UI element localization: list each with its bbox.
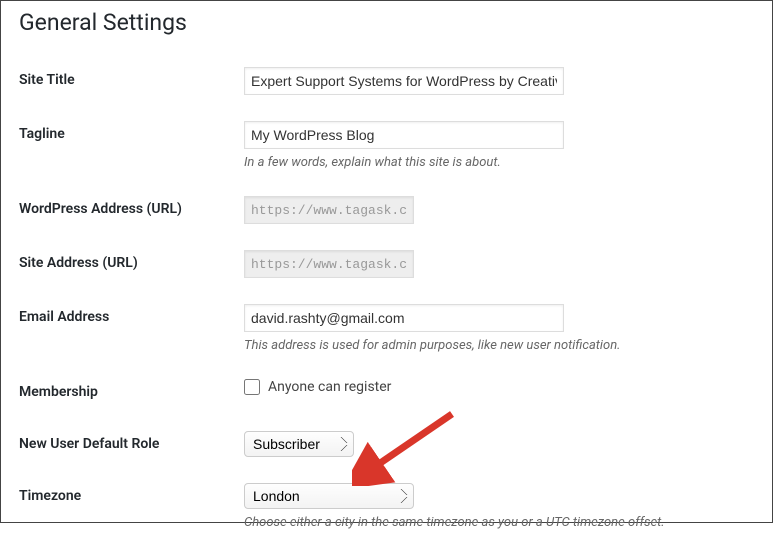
wp-address-input <box>244 196 414 224</box>
settings-form: Site Title Tagline In a few words, expla… <box>19 54 754 543</box>
tagline-label: Tagline <box>19 108 234 183</box>
timezone-label: Timezone <box>19 470 234 543</box>
timezone-select[interactable]: London <box>244 483 414 509</box>
site-address-label: Site Address (URL) <box>19 237 234 291</box>
email-description: This address is used for admin purposes,… <box>244 338 744 353</box>
membership-label: Membership <box>19 366 234 418</box>
tagline-description: In a few words, explain what this site i… <box>244 155 744 170</box>
site-title-input[interactable] <box>244 67 564 95</box>
tagline-input[interactable] <box>244 121 564 149</box>
email-label: Email Address <box>19 291 234 366</box>
default-role-label: New User Default Role <box>19 418 234 470</box>
site-address-input <box>244 250 414 278</box>
site-title-label: Site Title <box>19 54 234 108</box>
page-title: General Settings <box>19 9 754 36</box>
wp-address-label: WordPress Address (URL) <box>19 183 234 237</box>
membership-checkbox-label[interactable]: Anyone can register <box>244 379 744 395</box>
membership-checkbox[interactable] <box>244 379 260 395</box>
membership-checkbox-text: Anyone can register <box>268 379 391 395</box>
email-input[interactable] <box>244 304 564 332</box>
default-role-select[interactable]: Subscriber <box>244 431 354 457</box>
